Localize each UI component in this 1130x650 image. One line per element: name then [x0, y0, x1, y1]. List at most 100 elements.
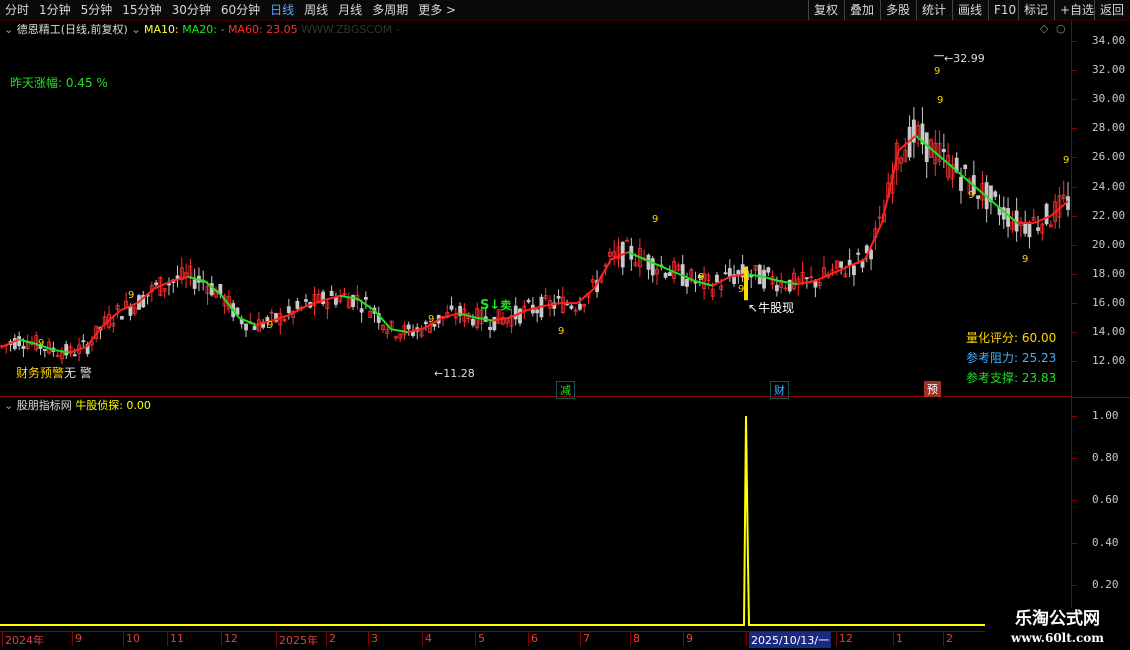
- x-tick-label: 12: [224, 632, 238, 645]
- candle-body: [1036, 227, 1040, 231]
- resistance: 参考阻力: 25.23: [966, 351, 1057, 365]
- candle-body: [406, 324, 411, 330]
- x-tick-label: 2: [946, 632, 953, 645]
- period-tab-6[interactable]: 日线: [265, 0, 299, 20]
- y-tick: [1071, 273, 1077, 275]
- candle-body: [715, 274, 719, 283]
- x-tick-label: 3: [371, 632, 378, 645]
- y-tick: [1071, 215, 1077, 217]
- candle-body: [471, 318, 475, 326]
- candle-body: [252, 325, 257, 331]
- td-nine-marker: 9: [428, 314, 434, 325]
- period-tab-1[interactable]: 1分钟: [34, 0, 76, 20]
- tag-finance[interactable]: 财: [770, 381, 789, 399]
- td-nine-marker: 9: [934, 66, 940, 77]
- y-tick: [1071, 70, 1077, 72]
- toolbar-button-6[interactable]: 标记: [1018, 0, 1053, 20]
- period-tab-8[interactable]: 月线: [333, 0, 367, 20]
- toolbar-button-7[interactable]: +自选: [1054, 0, 1099, 20]
- toolbar-button-5[interactable]: F10: [988, 0, 1021, 20]
- candle-body: [766, 267, 771, 273]
- td-nine-marker: 9: [558, 326, 564, 337]
- x-tick: [746, 632, 747, 646]
- toolbar-button-8[interactable]: 返回: [1094, 0, 1129, 20]
- x-tick-label: 10: [126, 632, 140, 645]
- candle-body: [154, 282, 159, 286]
- y-tick-label: 32.00: [1092, 63, 1126, 77]
- x-tick-label: 11: [170, 632, 184, 645]
- y-tick-label: 24.00: [1092, 179, 1126, 193]
- y-tick-label: 26.00: [1092, 150, 1126, 164]
- toolbar-button-0[interactable]: 复权: [808, 0, 843, 20]
- candle-body: [663, 272, 668, 278]
- period-tab-5[interactable]: 60分钟: [216, 0, 265, 20]
- x-tick-label: 9: [686, 632, 693, 645]
- candle-body: [852, 265, 856, 276]
- sub-y-tick-label: 1.00: [1092, 409, 1119, 422]
- period-tab-3[interactable]: 15分钟: [117, 0, 166, 20]
- toolbar-button-3[interactable]: 统计: [916, 0, 951, 20]
- finance-warning: 财务预警无 警: [16, 366, 92, 380]
- candle-body: [321, 291, 325, 305]
- candle-body: [1027, 223, 1032, 238]
- x-tick: [422, 632, 423, 646]
- candle-body: [64, 344, 69, 356]
- y-tick: [1071, 99, 1077, 101]
- ma-line-segment: [576, 287, 595, 304]
- period-tab-10[interactable]: 更多 >: [413, 0, 461, 20]
- toolbar-button-4[interactable]: 画线: [952, 0, 987, 20]
- y-tick-label: 16.00: [1092, 296, 1126, 310]
- td-nine-marker: 9: [128, 290, 134, 301]
- y-tick-label: 12.00: [1092, 354, 1126, 368]
- candle-body: [993, 191, 998, 197]
- bull-signal-label: ↖牛股现: [748, 301, 795, 315]
- candle-body: [334, 297, 338, 305]
- y-tick: [1071, 186, 1077, 188]
- candle-body: [535, 309, 540, 314]
- candle-body: [685, 278, 689, 287]
- ma-line-segment: [543, 302, 561, 308]
- ma-line-segment: [898, 134, 917, 151]
- x-tick: [221, 632, 222, 646]
- sub-y-tick-label: 0.60: [1092, 493, 1119, 507]
- period-tab-9[interactable]: 多周期: [367, 0, 413, 20]
- candle-body: [72, 354, 77, 357]
- candle-body: [286, 306, 291, 314]
- candle-body: [119, 316, 124, 320]
- candle-body: [81, 340, 86, 343]
- toolbar-button-1[interactable]: 叠加: [844, 0, 879, 20]
- td-nine-marker: 9: [698, 272, 704, 283]
- period-tab-0[interactable]: 分时: [0, 0, 34, 20]
- candle-body: [513, 305, 518, 320]
- tag-reduce[interactable]: 减: [556, 381, 575, 399]
- x-tick: [123, 632, 124, 646]
- sub-y-tick: [1071, 416, 1077, 417]
- y-tick: [1071, 303, 1077, 305]
- ma-line-segment: [441, 312, 460, 319]
- x-tick: [475, 632, 476, 646]
- candle-body: [488, 326, 492, 330]
- period-tab-2[interactable]: 5分钟: [76, 0, 118, 20]
- x-tick-label: 1: [896, 632, 903, 645]
- x-tick: [683, 632, 684, 646]
- candle-body: [244, 323, 248, 331]
- support: 参考支撑: 23.83: [966, 371, 1057, 385]
- x-tick: [72, 632, 73, 646]
- x-tick: [580, 632, 581, 646]
- candle-body: [42, 349, 47, 351]
- candle-body: [518, 308, 522, 324]
- tag-forecast[interactable]: 预: [924, 381, 941, 397]
- x-tick-label: 12: [839, 632, 853, 645]
- ma-line-segment: [323, 294, 341, 302]
- td-nine-marker: 9: [38, 338, 44, 349]
- x-tick-label: 6: [531, 632, 538, 645]
- y-tick: [1071, 244, 1077, 246]
- candle-body: [804, 277, 809, 280]
- toolbar-button-2[interactable]: 多股: [880, 0, 915, 20]
- period-tab-7[interactable]: 周线: [299, 0, 333, 20]
- x-tick-label: 5: [478, 632, 485, 645]
- sub-y-tick-label: 0.40: [1092, 535, 1119, 549]
- period-tab-4[interactable]: 30分钟: [167, 0, 216, 20]
- y-tick-label: 34.00: [1092, 34, 1126, 47]
- ma-line-segment: [864, 222, 883, 260]
